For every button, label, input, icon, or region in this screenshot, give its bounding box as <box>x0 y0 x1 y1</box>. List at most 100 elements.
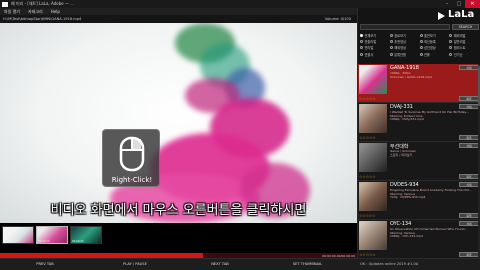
list-button[interactable]: 목록 <box>459 96 479 101</box>
radio-icon[interactable] <box>419 46 423 50</box>
radio-icon[interactable] <box>449 46 453 50</box>
radio-icon[interactable] <box>389 40 393 44</box>
radio-icon[interactable] <box>449 40 453 44</box>
maximize-button[interactable]: □ <box>453 0 465 8</box>
category-option[interactable]: 찜리스트 <box>449 45 479 50</box>
rating-stars[interactable]: ☆☆☆☆☆ <box>359 252 376 257</box>
list-item-thumbnail <box>359 182 387 211</box>
list-item-title: OYC-134 <box>390 221 412 227</box>
category-option[interactable]: 연률 <box>419 52 450 57</box>
category-label: 연출리얼 <box>364 40 377 45</box>
category-label: 장르보기 <box>394 34 406 38</box>
radio-icon[interactable] <box>419 34 423 37</box>
thumbnail-selected[interactable]: 00:00:12 <box>36 226 68 244</box>
video-player[interactable]: Right-Click! <box>0 23 357 223</box>
thumbnail-time: 00:00:12 <box>38 240 50 243</box>
list-item[interactable]: DVAJ-331 I Wanted To Surprise My Girlfrie… <box>358 103 480 142</box>
category-option[interactable]: 해외영상 <box>389 45 420 51</box>
rating-stars[interactable]: ☆☆☆☆☆ <box>359 135 376 140</box>
radio-icon[interactable] <box>360 46 363 50</box>
menu-help[interactable]: Help <box>51 9 60 14</box>
category-label: 최신등록 <box>424 40 436 45</box>
category-label: 전체보기 <box>364 34 377 38</box>
list-item-title: 무선대학 <box>390 144 409 150</box>
delete-button[interactable]: 삭제 <box>459 143 479 148</box>
list-item-line: 1080p · OYC-134.mp4 <box>390 234 423 239</box>
radio-icon[interactable] <box>419 40 423 44</box>
radio-icon[interactable] <box>419 52 423 56</box>
radio-icon[interactable] <box>389 46 393 50</box>
category-label: 추천영상 <box>394 40 406 45</box>
list-item-thumbnail <box>359 143 387 172</box>
file-path-bar: H:\M\Test\bitmapStar\KMN\GANA-1918.mp4 V… <box>0 15 357 23</box>
category-option[interactable]: 일반리얼 <box>449 39 479 44</box>
list-item-line: Unknown / GANA-1918.mp4 <box>390 74 432 79</box>
play-pause-button[interactable]: PLAY / PAUSE <box>115 262 155 266</box>
window-title: 예 미리 - [채트] LaLa, Adobe — ... <box>11 1 74 6</box>
category-option[interactable]: 최신등록 <box>419 39 450 45</box>
list-item-title: GANA-1918 <box>390 65 419 71</box>
category-option[interactable]: 해외리얼 <box>449 33 479 38</box>
category-option[interactable]: 추천영상 <box>389 39 420 45</box>
prev-tab-button[interactable]: PREV TAB <box>30 262 60 266</box>
radio-icon[interactable] <box>389 34 393 37</box>
list-item[interactable]: DVDES-934 Fingering Exclusive Brand Acade… <box>358 181 480 220</box>
list-item[interactable]: 무선대학 Genre / Unknown 스토리 / 미리보기 ☆☆☆☆☆ 삭제 목록 <box>358 142 480 181</box>
list-item-description: I Wanted To Surprise My Girlfriend On He… <box>390 111 478 122</box>
menu-category[interactable]: 카테고리 <box>28 9 43 15</box>
category-label: 연률 <box>424 52 430 57</box>
right-click-hint: Right-Click! <box>102 129 160 187</box>
delete-button[interactable]: 삭제 <box>459 104 479 109</box>
radio-icon[interactable] <box>360 40 363 44</box>
category-option[interactable]: 연리얼 <box>360 45 390 50</box>
thumbnail-time: 00:00:25 <box>72 240 84 243</box>
category-option[interactable]: 분류안함 <box>389 52 420 57</box>
category-option[interactable]: 연을사 <box>360 52 390 57</box>
category-option[interactable]: 성인영상 <box>419 45 450 50</box>
rating-stars[interactable]: ☆☆☆☆☆ <box>359 96 376 101</box>
next-tab-button[interactable]: NEXT TAB <box>205 262 235 266</box>
list-item-line: 720p · DVDES-934.mp4 <box>390 195 426 200</box>
category-label: 일반리얼 <box>453 40 466 45</box>
category-option[interactable]: 전체보기 <box>360 33 390 38</box>
rating-stars[interactable]: ☆☆☆☆☆ <box>359 213 376 218</box>
radio-icon[interactable] <box>389 52 393 56</box>
sidebar: LaLa SEARCH 전체보기 장르보기 출연보기 해외리얼 연출리얼 추천영상 최신등록… <box>357 8 480 259</box>
thumbnail-time: 00:00:00 <box>4 240 16 243</box>
list-item[interactable]: GANA-1918 1080p · 30fps Unknown / GANA-191… <box>358 64 480 103</box>
category-option[interactable]: 출연보기 <box>419 33 450 38</box>
list-item-description: Fingering Exclusive Brand Academy Fuckin… <box>390 189 478 200</box>
thumbnail[interactable]: 00:00:25 <box>70 226 102 244</box>
radio-icon[interactable] <box>449 52 453 56</box>
list-item[interactable]: OYC-134 An Observation Of Unmarried Women… <box>358 220 480 259</box>
delete-button[interactable]: 삭제 <box>459 221 479 226</box>
rating-stars[interactable]: ☆☆☆☆☆ <box>359 174 376 179</box>
list-button[interactable]: 목록 <box>459 213 479 218</box>
list-item-line: 스토리 / 미리보기 <box>390 152 413 157</box>
list-item-description: 1080p · 30fps Unknown / GANA-1918.mp4 <box>390 72 478 79</box>
list-button[interactable]: 목록 <box>459 252 479 257</box>
search-button[interactable]: SEARCH <box>452 24 479 30</box>
list-item-thumbnail <box>359 221 387 250</box>
close-button[interactable]: ✕ <box>465 0 480 8</box>
set-thumbnail-button[interactable]: SET THUMBNAIL <box>285 262 330 266</box>
search-input[interactable] <box>360 24 450 30</box>
radio-icon[interactable] <box>360 52 363 56</box>
list-item-description: An Observation Of Unmarried Women Who Fo… <box>390 228 478 239</box>
app-icon <box>2 1 8 7</box>
category-option[interactable]: 연출리얼 <box>360 39 390 44</box>
category-label: 해외영상 <box>394 46 406 51</box>
radio-icon[interactable] <box>360 34 363 37</box>
radio-icon[interactable] <box>449 34 453 37</box>
category-option[interactable]: 장르보기 <box>389 33 420 38</box>
category-option[interactable]: 인기순 <box>449 52 479 57</box>
list-button[interactable]: 목록 <box>459 174 479 179</box>
list-button[interactable]: 목록 <box>459 135 479 140</box>
menu-file-open[interactable]: 파일 열기 <box>4 9 20 15</box>
thumbnail[interactable]: 00:00:00 <box>2 226 34 244</box>
list-item-title: DVAJ-331 <box>390 104 413 110</box>
minimize-button[interactable]: – <box>441 0 453 8</box>
title-bar: 예 미리 - [채트] LaLa, Adobe — ... – □ ✕ <box>0 0 480 8</box>
delete-button[interactable]: 삭제 <box>459 65 479 70</box>
delete-button[interactable]: 삭제 <box>459 182 479 187</box>
